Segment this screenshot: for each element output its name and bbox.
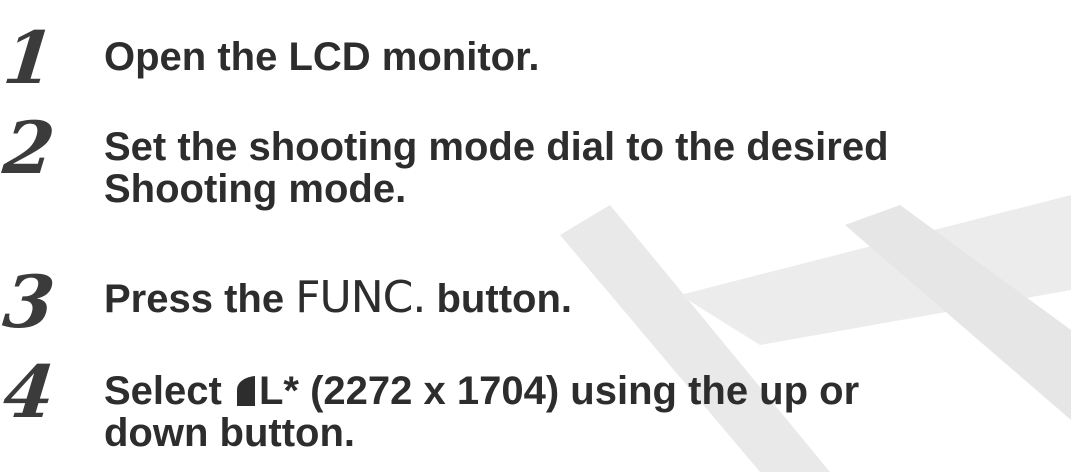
step-number: 2 bbox=[0, 105, 57, 190]
manual-page: 1 Open the LCD monitor. 2 Set the shooti… bbox=[0, 0, 1071, 472]
func-button-label: FUNC. bbox=[295, 272, 426, 323]
step-text-before: Select bbox=[104, 369, 222, 413]
step-number: 4 bbox=[0, 349, 57, 434]
step-text-line: Shooting mode. bbox=[104, 167, 407, 211]
step-text-line: Open the LCD monitor. bbox=[104, 35, 540, 79]
step-number: 1 bbox=[0, 15, 57, 100]
step-4: 4 Select L* (2272 x 1704) using the up o… bbox=[0, 349, 1071, 472]
image-size-large-icon bbox=[236, 376, 255, 406]
step-text: Set the shooting mode dial to the desire… bbox=[104, 126, 889, 210]
step-text-line: Set the shooting mode dial to the desire… bbox=[104, 125, 889, 169]
step-text-after: L* (2272 x 1704) using the up or bbox=[258, 369, 860, 413]
step-3: 3 Press the FUNC. button. bbox=[0, 259, 1071, 346]
step-1: 1 Open the LCD monitor. bbox=[0, 15, 1071, 102]
step-text-line: Select L* (2272 x 1704) using the up or bbox=[104, 370, 859, 412]
step-text-before: Press the bbox=[104, 277, 285, 321]
step-text: Open the LCD monitor. bbox=[104, 36, 540, 78]
step-text-after: button. bbox=[436, 277, 573, 321]
step-number: 3 bbox=[0, 259, 57, 344]
step-text-line: down button. bbox=[104, 411, 356, 455]
step-text: Press the FUNC. button. bbox=[104, 276, 573, 321]
step-2: 2 Set the shooting mode dial to the desi… bbox=[0, 105, 1071, 232]
step-text: Select L* (2272 x 1704) using the up or … bbox=[104, 370, 859, 454]
